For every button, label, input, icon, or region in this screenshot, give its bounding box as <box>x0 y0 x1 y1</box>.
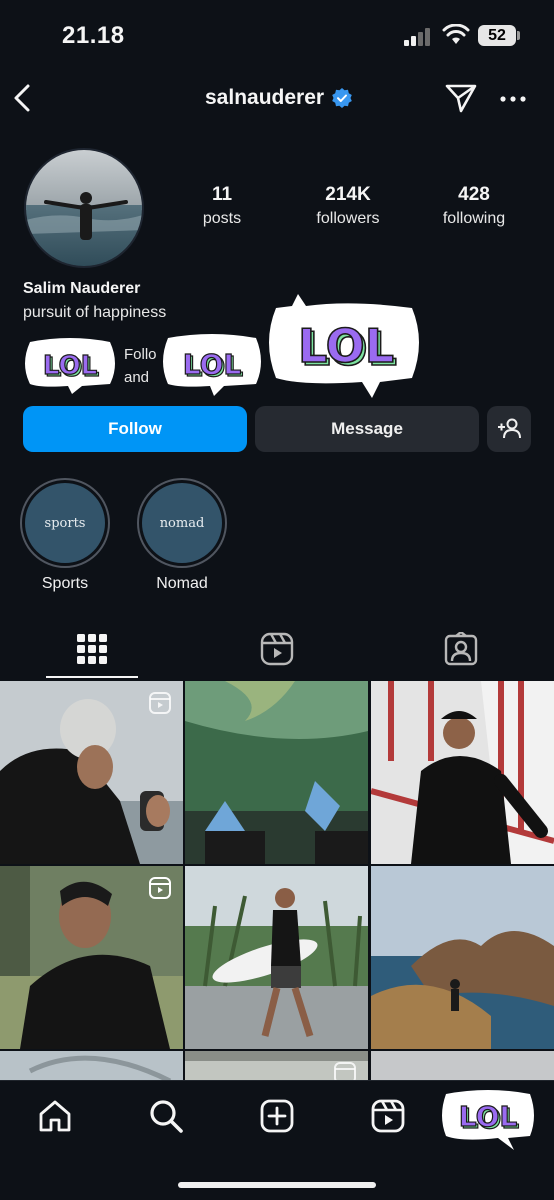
highlight-sports-label: Sports <box>41 575 89 592</box>
posts-count-label: posts <box>202 210 242 227</box>
post-thumbnail-4[interactable] <box>0 866 183 1049</box>
cellular-signal-icon <box>404 28 430 46</box>
grid-icon[interactable] <box>75 632 109 666</box>
highlight-nomad-label: Nomad <box>156 575 208 592</box>
verified-badge-icon <box>332 88 352 108</box>
following-count-label: following <box>442 210 506 227</box>
lol-sticker-small-middle: LOL LOL <box>163 334 261 396</box>
followed-by-line-1[interactable]: Follo <box>124 346 157 363</box>
followers-count-label: followers <box>316 210 380 227</box>
lol-sticker-text: LOL <box>183 348 242 381</box>
post-thumbnail-3[interactable] <box>371 681 554 864</box>
following-count[interactable]: 428 following <box>419 184 529 228</box>
create-post-icon[interactable] <box>259 1098 295 1134</box>
highlight-nomad-cover: nomad <box>142 483 222 563</box>
highlight-nomad[interactable]: nomad <box>137 478 227 568</box>
reel-badge-icon <box>149 877 171 899</box>
followed-by-line-2[interactable]: and <box>124 369 149 386</box>
profile-bio: pursuit of happiness <box>23 304 167 321</box>
posts-count-value: 11 <box>211 184 233 205</box>
home-indicator <box>178 1182 376 1188</box>
lol-sticker-text: LOL <box>459 1100 518 1133</box>
add-user-icon <box>498 418 521 439</box>
active-tab-indicator <box>46 676 138 678</box>
reel-badge-icon <box>149 692 171 714</box>
home-icon[interactable] <box>37 1098 73 1134</box>
posts-count[interactable]: 11 posts <box>167 184 277 228</box>
battery-tip <box>517 31 520 40</box>
back-arrow-icon[interactable] <box>10 82 34 114</box>
reels-icon[interactable] <box>370 1098 406 1134</box>
wifi-icon <box>442 24 470 44</box>
more-options-icon[interactable] <box>500 96 526 102</box>
followers-count[interactable]: 214K followers <box>293 184 403 228</box>
following-count-value: 428 <box>458 184 490 205</box>
post-thumbnail-2[interactable] <box>185 681 368 864</box>
tagged-icon[interactable] <box>444 632 478 666</box>
suggested-users-button[interactable] <box>487 406 531 452</box>
direct-message-icon[interactable] <box>444 82 478 114</box>
profile-avatar[interactable] <box>24 148 144 268</box>
battery-indicator: 52 <box>478 25 516 46</box>
lol-sticker-small-left: LOL LOL <box>25 338 115 394</box>
followers-count-value: 214K <box>325 184 371 205</box>
post-thumbnail-6[interactable] <box>371 866 554 1049</box>
follow-button[interactable]: Follow <box>23 406 247 452</box>
lol-sticker-text: LOL <box>43 351 97 381</box>
lol-sticker-text: LOL <box>298 319 394 373</box>
lol-sticker-nav[interactable]: LOL LOL <box>438 1088 538 1154</box>
message-button[interactable]: Message <box>255 406 479 452</box>
profile-display-name: Salim Nauderer <box>23 280 141 297</box>
reels-tab-icon[interactable] <box>260 632 294 666</box>
profile-username: salnauderer <box>205 86 325 109</box>
status-time: 21.18 <box>62 22 125 49</box>
highlight-sports[interactable]: sports <box>20 478 110 568</box>
highlight-sports-cover: sports <box>25 483 105 563</box>
lol-sticker-large: LOL LOL <box>269 294 419 398</box>
search-icon[interactable] <box>148 1098 184 1134</box>
post-thumbnail-1[interactable] <box>0 681 183 864</box>
post-thumbnail-5[interactable] <box>185 866 368 1049</box>
